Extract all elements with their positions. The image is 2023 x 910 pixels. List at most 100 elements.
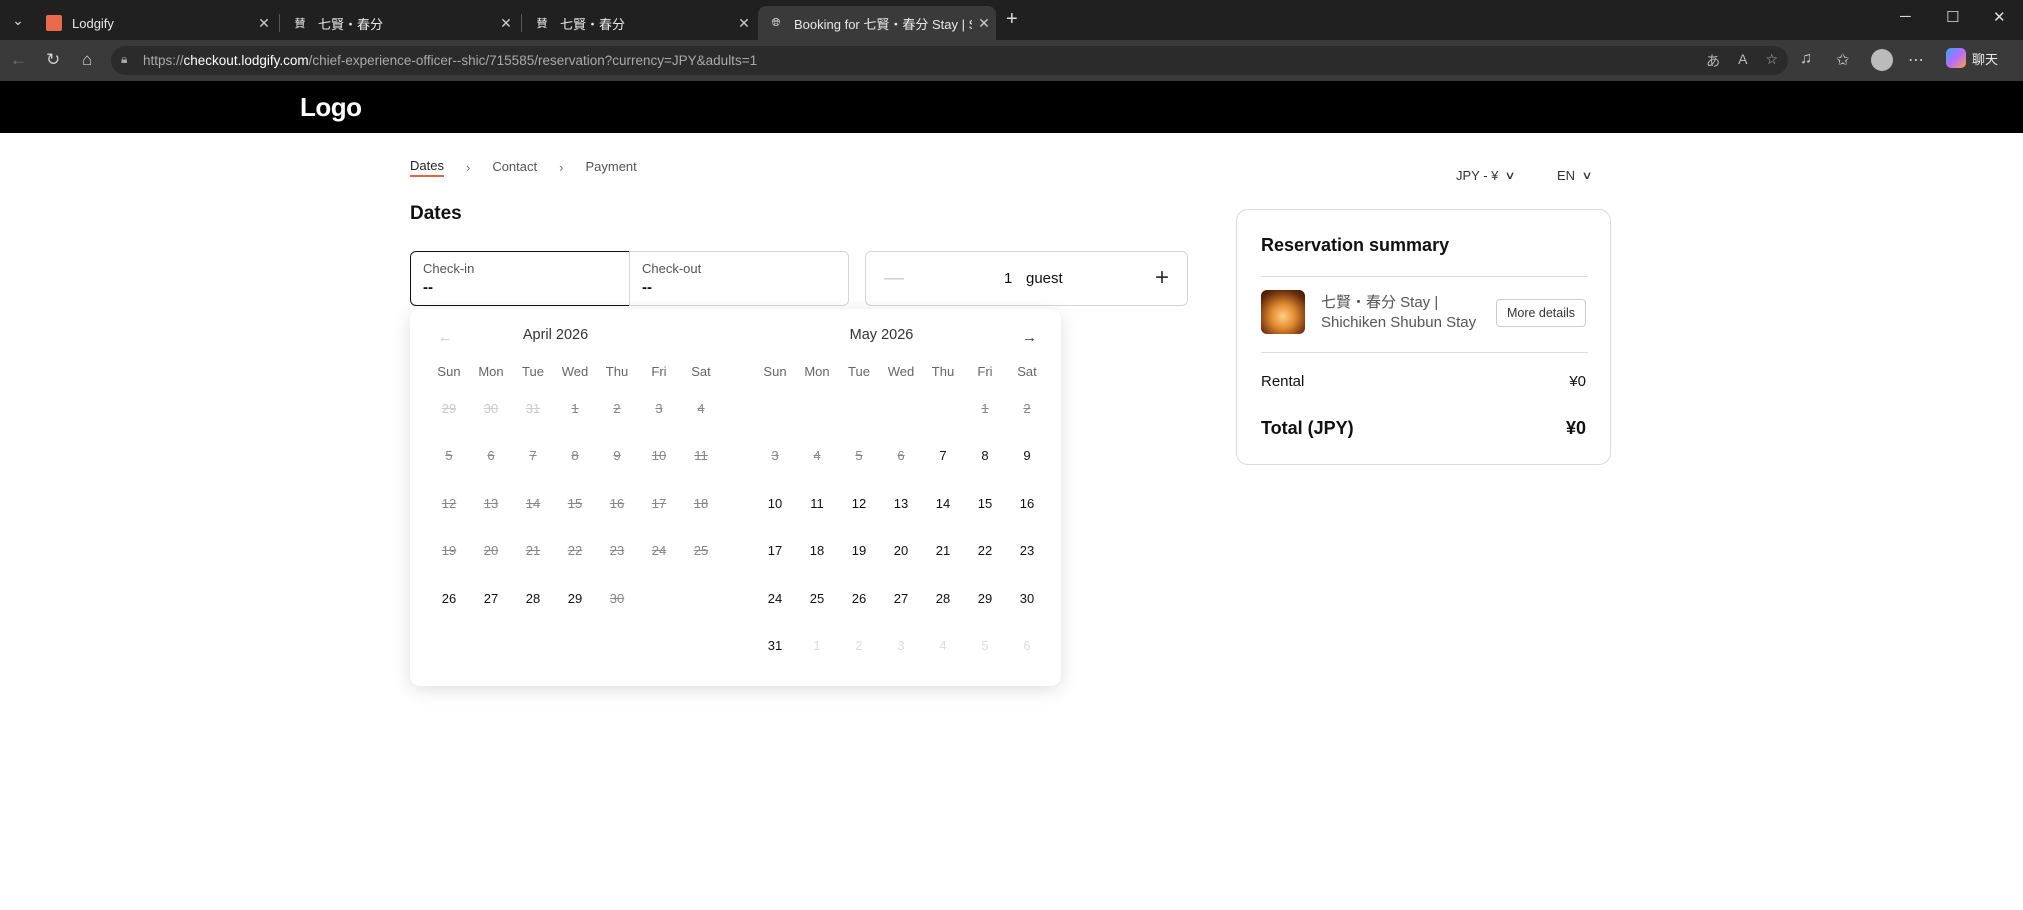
lock-icon[interactable]: 🔒︎ [121,52,127,67]
month-title: May 2026 [849,327,914,343]
next-month-icon[interactable]: → [1022,329,1037,346]
calendar-day: 21 [525,543,541,559]
calendar-day[interactable]: 14 [922,480,964,527]
calendar-day: 1 [981,401,989,416]
copilot-button[interactable]: 聊天 [1946,48,1998,68]
more-details-button[interactable]: More details [1496,299,1586,327]
checkin-field[interactable]: Check-in -- [410,251,630,306]
calendar-day[interactable]: 11 [796,480,838,527]
read-aloud-icon[interactable]: A [1738,51,1747,71]
tab-actions-menu-icon[interactable]: ⌄ [6,8,30,32]
calendar-day[interactable]: 25 [796,575,838,622]
profile-avatar[interactable] [1871,49,1893,71]
maximize-icon[interactable]: ☐ [1946,8,1959,26]
calendar-day: 4 [813,448,821,464]
new-tab-icon[interactable]: + [1006,8,1018,31]
close-window-icon[interactable]: ✕ [1993,8,2006,26]
summary-title: Reservation summary [1261,235,1450,255]
calendar-day[interactable]: 21 [922,527,964,574]
site-header: Logo [0,81,2023,133]
divider [1261,352,1588,353]
reload-icon[interactable]: ↻ [46,50,60,70]
checkout-field[interactable]: Check-out -- [629,251,849,306]
calendar-day[interactable]: 22 [964,527,1006,574]
calendar-day[interactable]: 26 [838,575,880,622]
favorite-star-icon[interactable]: ☆ [1765,51,1778,71]
browser-tab[interactable]: 賛 七賢・春分 ✕ [524,6,756,40]
calendar-day[interactable]: 16 [1006,480,1048,527]
close-tab-icon[interactable]: ✕ [494,15,518,32]
total-value: ¥0 [1565,418,1586,438]
step-dates[interactable]: Dates [410,158,444,177]
calendar-day[interactable]: 7 [922,432,964,479]
calendar-day[interactable]: 19 [838,527,880,574]
weekday-label: Mon [478,364,504,379]
extensions-icon[interactable]: ♫ [1800,50,1812,68]
home-icon[interactable]: ⌂ [82,50,92,70]
calendar-day[interactable]: 10 [754,480,796,527]
browser-tab[interactable]: 賛 七賢・春分 ✕ [282,6,518,40]
browser-tab-bar: ⌄ Lodgify ✕ 賛 七賢・春分 ✕ 賛 七賢・春分 ✕ 🌐︎ Booki… [0,0,2023,40]
calendar-day[interactable]: 9 [1006,432,1048,479]
calendar-day[interactable]: 24 [754,575,796,622]
tab-title: 七賢・春分 [560,16,626,32]
site-favicon-icon: 賛 [294,18,306,30]
language-select[interactable]: EN ∨ [1557,168,1593,183]
back-icon[interactable]: ← [10,50,27,70]
weekday-header: Sun Mon Tue Wed Thu Fri Sat [754,364,1036,379]
chevron-right-icon: › [559,160,564,175]
calendar-day[interactable]: 27 [470,575,512,622]
calendar-day: 6 [897,448,905,464]
site-logo[interactable]: Logo [300,92,362,123]
calendar-day: 16 [609,495,625,511]
weekday-label: Sat [691,364,711,379]
calendar-empty-cell [922,385,964,432]
calendar-day[interactable]: 13 [880,480,922,527]
calendar-day: 9 [613,448,621,464]
calendar-day: 19 [441,543,457,559]
calendar-day[interactable]: 17 [754,527,796,574]
favorites-icon[interactable]: ✩ [1836,50,1849,70]
minimize-icon[interactable]: ─ [1900,8,1911,25]
calendar-day[interactable]: 30 [1006,575,1048,622]
calendar-day[interactable]: 26 [428,575,470,622]
step-payment[interactable]: Payment [585,159,636,176]
calendar-day[interactable]: 28 [512,575,554,622]
calendar-day: 3 [897,637,905,653]
address-bar[interactable]: 🔒︎ https://checkout.lodgify.com/chief-ex… [111,46,1788,75]
weekday-label: Thu [605,364,629,379]
calendar-day[interactable]: 23 [1006,527,1048,574]
calendar-day[interactable]: 27 [880,575,922,622]
step-contact[interactable]: Contact [492,159,537,176]
calendar-empty-cell [680,575,722,622]
currency-value: JPY - ¥ [1456,168,1499,183]
calendar-day[interactable]: 15 [964,480,1006,527]
browser-tab-active[interactable]: 🌐︎ Booking for 七賢・春分 Stay | Shic ✕ [758,6,996,40]
calendar-day[interactable]: 31 [754,622,796,669]
calendar-day: 3 [655,401,663,416]
calendar-day: 6 [487,448,495,464]
minus-icon[interactable]: — [884,267,904,290]
browser-tab[interactable]: Lodgify ✕ [36,6,276,40]
calendar-day[interactable]: 28 [922,575,964,622]
calendar-day[interactable]: 20 [880,527,922,574]
calendar-empty-cell [638,575,680,622]
calendar-day[interactable]: 8 [964,432,1006,479]
calendar-day[interactable]: 18 [796,527,838,574]
close-tab-icon[interactable]: ✕ [972,15,996,32]
close-tab-icon[interactable]: ✕ [252,15,276,32]
weekday-label: Thu [931,364,955,379]
calendar-day[interactable]: 29 [964,575,1006,622]
weekday-label: Wed [561,364,589,379]
calendar-day[interactable]: 12 [838,480,880,527]
calendar-day: 15 [567,495,583,511]
calendar-day[interactable]: 29 [554,575,596,622]
close-tab-icon[interactable]: ✕ [732,15,756,32]
plus-icon[interactable]: + [1155,264,1169,292]
more-menu-icon[interactable]: ⋯ [1908,50,1924,70]
calendar-day: 14 [525,495,541,511]
currency-select[interactable]: JPY - ¥ ∨ [1456,168,1516,183]
weekday-label: Tue [522,364,544,379]
url-text[interactable]: https://checkout.lodgify.com/chief-exper… [143,53,757,68]
translate-icon[interactable]: あ [1706,51,1720,71]
